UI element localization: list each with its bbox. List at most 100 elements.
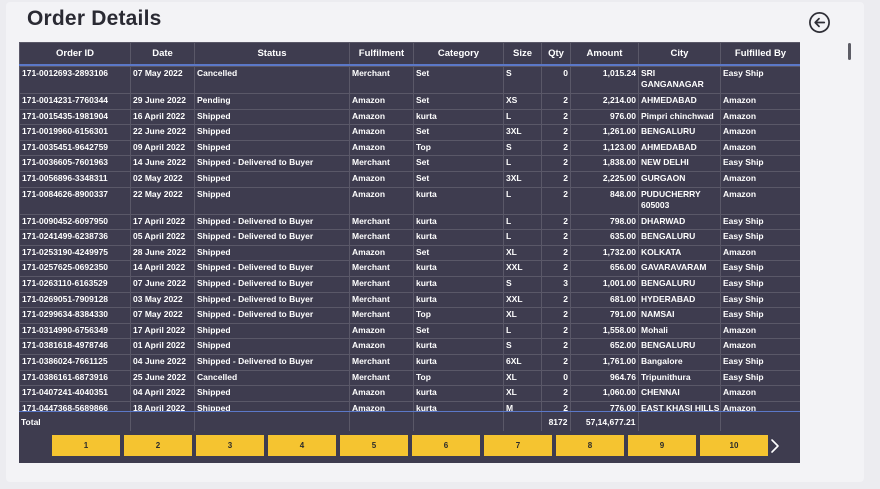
table-row[interactable]: 171-0299634-8384330 07 May 2022 Shipped - … xyxy=(19,307,800,324)
cell-qty: 2 xyxy=(541,400,571,411)
column-header-order-id[interactable]: Order ID xyxy=(19,42,131,65)
column-header-amount[interactable]: Amount xyxy=(570,42,639,65)
cell-size: 3XL xyxy=(503,124,542,141)
table-row[interactable]: 171-0263110-6163529 07 June 2022 Shipped -… xyxy=(19,275,800,293)
column-header-category[interactable]: Category xyxy=(413,42,504,65)
scrollbar-thumb[interactable] xyxy=(848,43,851,60)
total-label: Total xyxy=(19,412,131,431)
page-button-2[interactable]: 2 xyxy=(123,434,193,457)
page-scrollbar[interactable] xyxy=(845,40,853,432)
cell-qty: 2 xyxy=(541,244,571,262)
table-row[interactable]: 171-0056896-3348311 02 May 2022 Shipped Ama… xyxy=(19,170,800,188)
column-header-fulfilment[interactable]: Fulfilment xyxy=(349,42,414,65)
cell-status: Shipped xyxy=(194,108,350,126)
cell-fulfilled-by: Amazon xyxy=(720,385,800,402)
cell-category: kurta xyxy=(413,400,504,411)
page-button-9[interactable]: 9 xyxy=(627,434,697,457)
table-row[interactable]: 171-0090452-6097950 17 April 2022 Shipped … xyxy=(19,213,800,231)
cell-city: Bangalore xyxy=(638,353,721,371)
column-header-fulfilled-by[interactable]: Fulfilled By xyxy=(720,42,800,65)
cell-qty: 2 xyxy=(541,139,571,157)
table-row[interactable]: 171-0035451-9642759 09 April 2022 Shipped A… xyxy=(19,139,800,157)
cell-fulfilment: Amazon xyxy=(349,108,414,126)
cell-qty: 0 xyxy=(541,66,571,94)
column-header-status[interactable]: Status xyxy=(194,42,350,65)
cell-category: kurta xyxy=(413,385,504,402)
cell-size: XL xyxy=(503,307,542,324)
cell-amount: 1,732.00 xyxy=(570,244,639,262)
cell-fulfilled-by: Amazon xyxy=(720,170,800,188)
order-details-table: Order ID Date Status Fulfilment Category Size… xyxy=(19,42,800,463)
table-row[interactable]: 171-0015435-1981904 16 April 2022 Shipped A… xyxy=(19,108,800,126)
cell-category: Set xyxy=(413,66,504,94)
cell-fulfilment: Merchant xyxy=(349,307,414,324)
table-row[interactable]: 171-0257625-0692350 14 April 2022 Shipped … xyxy=(19,260,800,277)
cell-date: 04 April 2022 xyxy=(130,385,195,402)
cell-category: Set xyxy=(413,155,504,172)
cell-date: 17 April 2022 xyxy=(130,213,195,231)
cell-fulfilment: Merchant xyxy=(349,353,414,371)
table-row[interactable]: 171-0386024-7661125 04 June 2022 Shipped -… xyxy=(19,353,800,371)
cell-date: 28 June 2022 xyxy=(130,244,195,262)
cell-status: Shipped xyxy=(194,385,350,402)
cell-fulfilment: Amazon xyxy=(349,170,414,188)
table-row[interactable]: 171-0014231-7760344 29 June 2022 Pending Am… xyxy=(19,93,800,110)
table-row[interactable]: 171-0036605-7601963 14 June 2022 Shipped -… xyxy=(19,155,800,172)
column-header-size[interactable]: Size xyxy=(503,42,542,65)
page-button-6[interactable]: 6 xyxy=(411,434,481,457)
pagination: 1 2 3 4 5 6 7 8 9 10 xyxy=(51,434,769,458)
cell-amount: 1,761.00 xyxy=(570,353,639,371)
cell-city: BENGALURU xyxy=(638,124,721,141)
cell-fulfilled-by: Easy Ship xyxy=(720,155,800,172)
cell-qty: 2 xyxy=(541,322,571,340)
column-header-date[interactable]: Date xyxy=(130,42,195,65)
table-row[interactable]: 171-0381618-4978746 01 April 2022 Shipped A… xyxy=(19,338,800,355)
cell-date: 05 April 2022 xyxy=(130,229,195,246)
table-row[interactable]: 171-0084626-8900337 22 May 2022 Shipped Ama… xyxy=(19,186,800,215)
column-header-city[interactable]: City xyxy=(638,42,721,65)
table-row[interactable]: 171-0447368-5689866 18 April 2022 Shipped A… xyxy=(19,400,800,411)
table-row[interactable]: 171-0019960-6156301 22 June 2022 Shipped Am… xyxy=(19,124,800,141)
cell-qty: 2 xyxy=(541,385,571,402)
cell-fulfilled-by: Amazon xyxy=(720,93,800,110)
cell-order-id: 171-0090452-6097950 xyxy=(19,213,131,231)
page-button-3[interactable]: 3 xyxy=(195,434,265,457)
back-arrow-icon[interactable] xyxy=(808,11,831,34)
cell-order-id: 171-0299634-8384330 xyxy=(19,307,131,324)
table-row[interactable]: 171-0386161-6873916 25 June 2022 Cancelled… xyxy=(19,369,800,387)
table-row[interactable]: 171-0253190-4249975 28 June 2022 Shipped Am… xyxy=(19,244,800,262)
page-button-10[interactable]: 10 xyxy=(699,434,769,457)
table-row[interactable]: 171-0269051-7909128 03 May 2022 Shipped - … xyxy=(19,291,800,309)
cell-qty: 2 xyxy=(541,170,571,188)
table-row[interactable]: 171-0407241-4040351 04 April 2022 Shipped A… xyxy=(19,385,800,402)
cell-category: kurta xyxy=(413,186,504,215)
table-row[interactable]: 171-0012693-2893106 07 May 2022 Cancelled M… xyxy=(19,66,800,94)
page-button-4[interactable]: 4 xyxy=(267,434,337,457)
cell-fulfilled-by: Easy Ship xyxy=(720,307,800,324)
table-row[interactable]: 171-0314990-6756349 17 April 2022 Shipped A… xyxy=(19,322,800,340)
table-header: Order ID Date Status Fulfilment Category Size… xyxy=(19,42,800,66)
cell-order-id: 171-0241499-6238736 xyxy=(19,229,131,246)
column-header-qty[interactable]: Qty xyxy=(541,42,571,65)
page-button-8[interactable]: 8 xyxy=(555,434,625,457)
cell-fulfilment: Amazon xyxy=(349,385,414,402)
cell-city: Mohali xyxy=(638,322,721,340)
cell-size: L xyxy=(503,229,542,246)
table-row[interactable]: 171-0241499-6238736 05 April 2022 Shipped … xyxy=(19,229,800,246)
cell-status: Shipped xyxy=(194,400,350,411)
table-body-viewport[interactable]: 171-0012693-2893106 07 May 2022 Cancelled M… xyxy=(19,66,800,411)
cell-amount: 656.00 xyxy=(570,260,639,277)
cell-date: 07 June 2022 xyxy=(130,275,195,293)
page-button-7[interactable]: 7 xyxy=(483,434,553,457)
cell-order-id: 171-0015435-1981904 xyxy=(19,108,131,126)
table-body: 171-0012693-2893106 07 May 2022 Cancelled M… xyxy=(19,66,800,411)
chevron-right-icon[interactable] xyxy=(769,438,781,454)
page-button-5[interactable]: 5 xyxy=(339,434,409,457)
cell-fulfilment: Amazon xyxy=(349,93,414,110)
cell-fulfilment: Amazon xyxy=(349,322,414,340)
cell-size: S xyxy=(503,139,542,157)
cell-status: Shipped - Delivered to Buyer xyxy=(194,353,350,371)
page-button-1[interactable]: 1 xyxy=(51,434,121,457)
cell-qty: 2 xyxy=(541,353,571,371)
cell-fulfilment: Amazon xyxy=(349,124,414,141)
